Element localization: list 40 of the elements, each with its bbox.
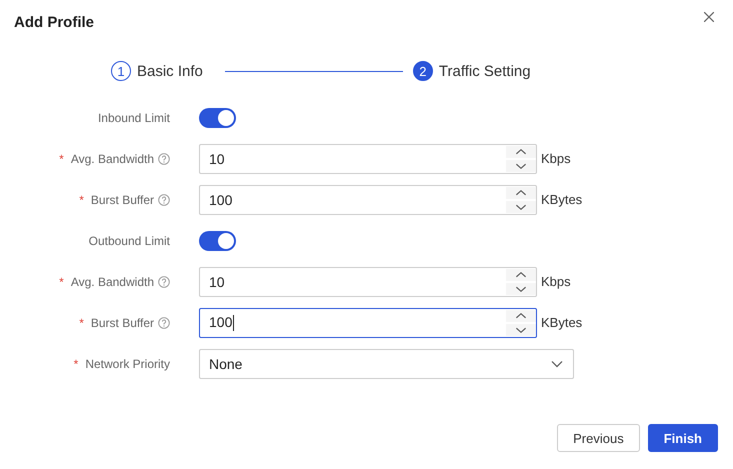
required-mark: * [74,356,78,370]
field-label: Burst Buffer [90,316,154,330]
dialog-title: Add Profile [14,13,94,33]
field-label: Network Priority [85,356,170,370]
increment-icon[interactable] [506,186,536,198]
decrement-icon[interactable] [506,282,536,294]
field-label: Outbound Limit [88,234,170,248]
step-number: 1 [111,61,131,81]
field-label: Avg. Bandwidth [70,274,154,288]
step-number: 2 [412,61,433,81]
close-icon[interactable] [704,12,714,22]
required-mark: * [79,316,84,330]
unit-label: KBytes [541,192,582,207]
decrement-icon[interactable] [506,324,536,336]
number-field[interactable]: 10 [199,266,537,296]
increment-icon[interactable] [506,268,536,280]
number-field[interactable]: 100 [199,184,537,214]
unit-label: Kbps [541,274,571,289]
step-label: Basic Info [137,62,203,80]
number-field[interactable]: 100 [199,308,537,338]
required-mark: * [79,192,84,206]
finish-button[interactable]: Finish [648,424,718,452]
decrement-icon[interactable] [506,200,536,212]
step-label: Traffic Setting [438,62,531,80]
toggle-switch[interactable] [199,108,236,128]
decrement-icon[interactable] [506,160,536,172]
required-mark: * [59,152,64,166]
field-label: Inbound Limit [98,110,170,124]
priority-select[interactable]: None [199,348,574,378]
required-mark: * [59,274,64,288]
unit-label: Kbps [541,151,571,166]
unit-label: KBytes [541,315,582,330]
toggle-switch[interactable] [199,230,236,250]
increment-icon[interactable] [506,310,536,322]
field-label: Burst Buffer [90,192,154,206]
increment-icon[interactable] [506,146,536,158]
number-field[interactable]: 10 [199,144,537,174]
previous-button[interactable]: Previous [557,424,640,452]
field-label: Avg. Bandwidth [70,152,154,166]
chevron-down-icon [551,360,563,368]
